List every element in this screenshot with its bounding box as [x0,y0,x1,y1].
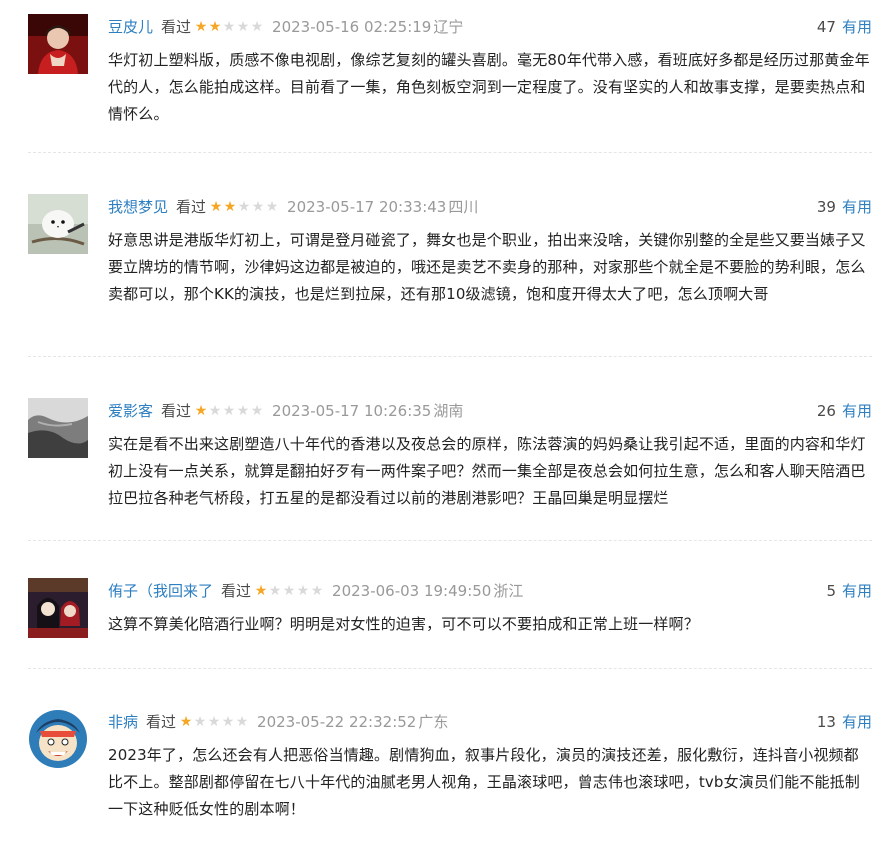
useful-button[interactable]: 有用 [842,18,872,36]
comment-location: 辽宁 [433,18,464,36]
avatar-cartoon-icon [29,710,87,768]
star-empty-icon: ★ [193,714,207,730]
comment-time: 2023-06-03 19:49:50 [332,582,492,600]
avatar[interactable] [28,194,88,254]
rating-stars: ★ ★ ★ ★ ★ [179,715,249,729]
avatar-grey-icon [28,398,88,458]
star-empty-icon: ★ [236,403,250,419]
watched-status: 看过 [221,582,252,600]
rating-stars: ★ ★ ★ ★ ★ [254,584,324,598]
vote-area: 26 有用 [817,398,872,424]
comment-meta: 非病 看过 ★ ★ ★ ★ ★ 2023-05-22 22:32:52 广东 [108,709,872,735]
star-empty-icon: ★ [221,714,235,730]
comment-time: 2023-05-16 02:25:19 [272,18,432,36]
watched-status: 看过 [161,18,192,36]
username-link[interactable]: 我想梦见 [108,194,168,220]
comment-item: 侑子（我回来了 看过 ★ ★ ★ ★ ★ 2023-06-03 19:49:50 浙江 … [28,578,872,648]
star-empty-icon: ★ [251,199,265,215]
comment-time: 2023-05-22 22:32:52 [257,713,417,731]
comment-meta: 豆皮儿 看过 ★ ★ ★ ★ ★ 2023-05-16 02:25:19 辽宁 [108,14,872,40]
star-empty-icon: ★ [250,403,264,419]
comment-meta: 侑子（我回来了 看过 ★ ★ ★ ★ ★ 2023-06-03 19:49:50 浙江 [108,578,872,604]
vote-area: 39 有用 [817,194,872,220]
useful-button[interactable]: 有用 [842,582,872,600]
comment-item: 爱影客 看过 ★ ★ ★ ★ ★ 2023-05-17 10:26:35 湖南 26 有用… [28,398,872,508]
vote-area: 5 有用 [826,578,872,604]
star-filled-icon: ★ [254,583,268,599]
username-link[interactable]: 侑子（我回来了 [108,578,213,604]
comment-text: 好意思讲是港版华灯初上，可谓是登月碰瓷了，舞女也是个职业，拍出来没啥，关键你别整… [108,231,866,303]
star-filled-icon: ★ [194,403,208,419]
star-empty-icon: ★ [235,714,249,730]
avatar-anime-icon [28,578,88,638]
username-link[interactable]: 非病 [108,709,138,735]
avatar[interactable] [28,709,88,769]
star-empty-icon: ★ [268,583,282,599]
comment-time: 2023-05-17 10:26:35 [272,402,432,420]
star-filled-icon: ★ [223,199,237,215]
username-link[interactable]: 豆皮儿 [108,14,153,40]
star-filled-icon: ★ [209,199,223,215]
comment-location: 四川 [448,198,479,216]
star-empty-icon: ★ [282,583,296,599]
comment-text: 实在是看不出来这剧塑造八十年代的香港以及夜总会的原样，陈法蓉演的妈妈桑让我引起不… [108,435,866,507]
divider [28,356,872,357]
username-link[interactable]: 爱影客 [108,398,153,424]
avatar-bird-icon [28,194,88,254]
comment-location: 浙江 [493,582,524,600]
vote-count: 26 [816,402,836,420]
comment-item: 我想梦见 看过 ★ ★ ★ ★ ★ 2023-05-17 20:33:43 四川 39 有… [28,194,872,329]
useful-button[interactable]: 有用 [842,198,872,216]
useful-button[interactable]: 有用 [842,713,872,731]
vote-count: 47 [816,18,836,36]
divider [28,540,872,541]
comment-location: 湖南 [433,402,464,420]
star-empty-icon: ★ [236,19,250,35]
avatar[interactable] [28,14,88,74]
comment-time: 2023-05-17 20:33:43 [287,198,447,216]
rating-stars: ★ ★ ★ ★ ★ [209,200,279,214]
comment-location: 广东 [418,713,449,731]
avatar[interactable] [28,398,88,458]
star-empty-icon: ★ [296,583,310,599]
star-empty-icon: ★ [237,199,251,215]
vote-area: 47 有用 [817,14,872,40]
rating-stars: ★ ★ ★ ★ ★ [194,404,264,418]
star-filled-icon: ★ [194,19,208,35]
comment-meta: 爱影客 看过 ★ ★ ★ ★ ★ 2023-05-17 10:26:35 湖南 [108,398,872,424]
star-empty-icon: ★ [207,714,221,730]
avatar[interactable] [28,578,88,638]
vote-count: 13 [816,713,836,731]
useful-button[interactable]: 有用 [842,402,872,420]
comment-item: 豆皮儿 看过 ★ ★ ★ ★ ★ 2023-05-16 02:25:19 辽宁 47 有用… [28,14,872,124]
star-empty-icon: ★ [250,19,264,35]
comment-text: 这算不算美化陪酒行业啊？明明是对女性的迫害，可不可以不要拍成和正常上班一样啊？ [108,615,699,633]
vote-area: 13 有用 [817,709,872,735]
comment-text: 2023年了，怎么还会有人把恶俗当情趣。剧情狗血，叙事片段化，演员的演技还差，服… [108,746,860,818]
watched-status: 看过 [146,713,177,731]
star-empty-icon: ★ [208,403,222,419]
watched-status: 看过 [176,198,207,216]
divider [28,668,872,669]
rating-stars: ★ ★ ★ ★ ★ [194,20,264,34]
star-empty-icon: ★ [310,583,324,599]
star-empty-icon: ★ [265,199,279,215]
star-filled-icon: ★ [179,714,193,730]
star-empty-icon: ★ [222,19,236,35]
comment-text: 华灯初上塑料版，质感不像电视剧，像综艺复刻的罐头喜剧。毫无80年代带入感，看班底… [108,51,870,123]
watched-status: 看过 [161,402,192,420]
star-filled-icon: ★ [208,19,222,35]
vote-count: 39 [816,198,836,216]
divider [28,152,872,153]
avatar-photo-icon [28,14,88,74]
star-empty-icon: ★ [222,403,236,419]
comment-item: 非病 看过 ★ ★ ★ ★ ★ 2023-05-22 22:32:52 广东 13 有用 … [28,709,872,819]
vote-count: 5 [826,582,836,600]
comment-meta: 我想梦见 看过 ★ ★ ★ ★ ★ 2023-05-17 20:33:43 四川 [108,194,872,220]
